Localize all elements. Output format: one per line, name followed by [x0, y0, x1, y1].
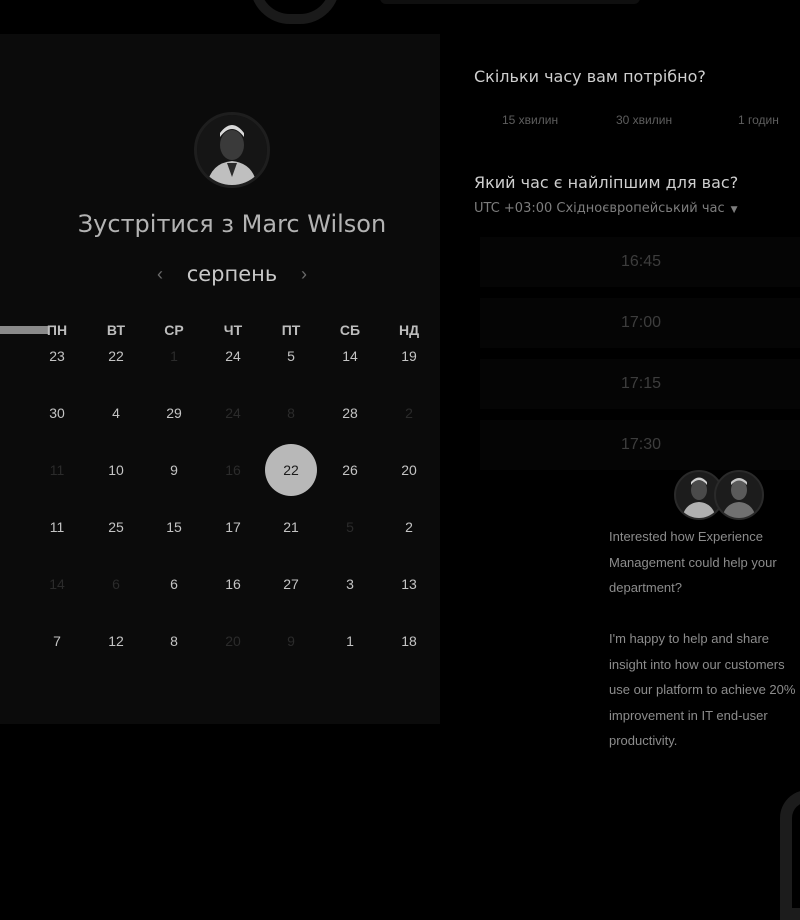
- chevron-right-icon[interactable]: ›: [294, 264, 314, 285]
- timezone-select[interactable]: UTC +03:00 Східноєвропейський час ▼: [474, 201, 738, 216]
- day-cell: 11: [49, 462, 65, 478]
- day-cell[interactable]: 10: [90, 444, 142, 496]
- day-cell[interactable]: 16: [207, 558, 259, 610]
- duration-option-60[interactable]: 1 годин: [738, 113, 779, 127]
- day-cell: 2: [405, 405, 413, 421]
- selected-day[interactable]: 22: [265, 444, 317, 496]
- logo-wordmark: [380, 0, 640, 4]
- day-cell: 16: [225, 462, 241, 478]
- chat-launcher-icon[interactable]: [780, 790, 800, 920]
- meeting-title: Зустрітися з Marc Wilson: [77, 210, 387, 238]
- month-navigation: ‹ серпень ›: [150, 258, 314, 290]
- day-cell[interactable]: 24: [207, 330, 259, 382]
- day-cell[interactable]: 21: [265, 501, 317, 553]
- duration-heading: Скільки часу вам потрібно?: [474, 67, 706, 86]
- day-cell: 6: [112, 576, 120, 592]
- day-cell[interactable]: 20: [383, 444, 435, 496]
- time-slot[interactable]: 17:15: [480, 359, 800, 409]
- day-cell: 5: [346, 519, 354, 535]
- day-cell: 14: [49, 576, 65, 592]
- day-cell[interactable]: 28: [324, 387, 376, 439]
- day-cell[interactable]: 8: [148, 615, 200, 667]
- day-cell[interactable]: 9: [148, 444, 200, 496]
- day-cell[interactable]: 1: [324, 615, 376, 667]
- day-cell[interactable]: 3: [324, 558, 376, 610]
- logo-mark: [250, 0, 340, 24]
- day-cell: 9: [287, 633, 295, 649]
- day-cell[interactable]: 6: [148, 558, 200, 610]
- day-cell[interactable]: 13: [383, 558, 435, 610]
- day-cell: 24: [225, 405, 241, 421]
- day-cell[interactable]: 4: [90, 387, 142, 439]
- day-cell[interactable]: 22: [90, 330, 142, 382]
- day-cell[interactable]: 29: [148, 387, 200, 439]
- day-cell[interactable]: 27: [265, 558, 317, 610]
- time-slot[interactable]: 16:45: [480, 237, 800, 287]
- time-slot[interactable]: 17:30: [480, 420, 800, 470]
- duration-option-30[interactable]: 30 хвилин: [616, 113, 672, 127]
- day-cell[interactable]: 2: [383, 501, 435, 553]
- day-cell[interactable]: 12: [90, 615, 142, 667]
- timezone-label: UTC +03:00 Східноєвропейський час: [474, 201, 725, 216]
- chevron-left-icon[interactable]: ‹: [150, 264, 170, 285]
- duration-option-15[interactable]: 15 хвилин: [502, 113, 558, 127]
- day-cell[interactable]: 15: [148, 501, 200, 553]
- day-cell[interactable]: 23: [31, 330, 83, 382]
- day-cell[interactable]: 25: [90, 501, 142, 553]
- chat-message: Interested how Experience Management cou…: [609, 529, 796, 748]
- day-cell[interactable]: 19: [383, 330, 435, 382]
- day-cell[interactable]: 7: [31, 615, 83, 667]
- day-cell[interactable]: 30: [31, 387, 83, 439]
- time-slot[interactable]: 17:00: [480, 298, 800, 348]
- host-avatar: [194, 112, 270, 188]
- day-cell: 20: [225, 633, 241, 649]
- month-label: серпень: [186, 262, 278, 286]
- caret-down-icon: ▼: [730, 205, 738, 215]
- day-cell[interactable]: 18: [383, 615, 435, 667]
- day-cell[interactable]: 14: [324, 330, 376, 382]
- day-cell[interactable]: 26: [324, 444, 376, 496]
- day-cell[interactable]: 5: [265, 330, 317, 382]
- day-cell: 8: [287, 405, 295, 421]
- day-cell: 1: [170, 348, 178, 364]
- chat-avatar: [714, 470, 764, 520]
- day-cell[interactable]: 11: [31, 501, 83, 553]
- chat-avatars: [674, 470, 764, 522]
- time-heading: Який час є найліпшим для вас?: [474, 173, 739, 192]
- day-cell[interactable]: 17: [207, 501, 259, 553]
